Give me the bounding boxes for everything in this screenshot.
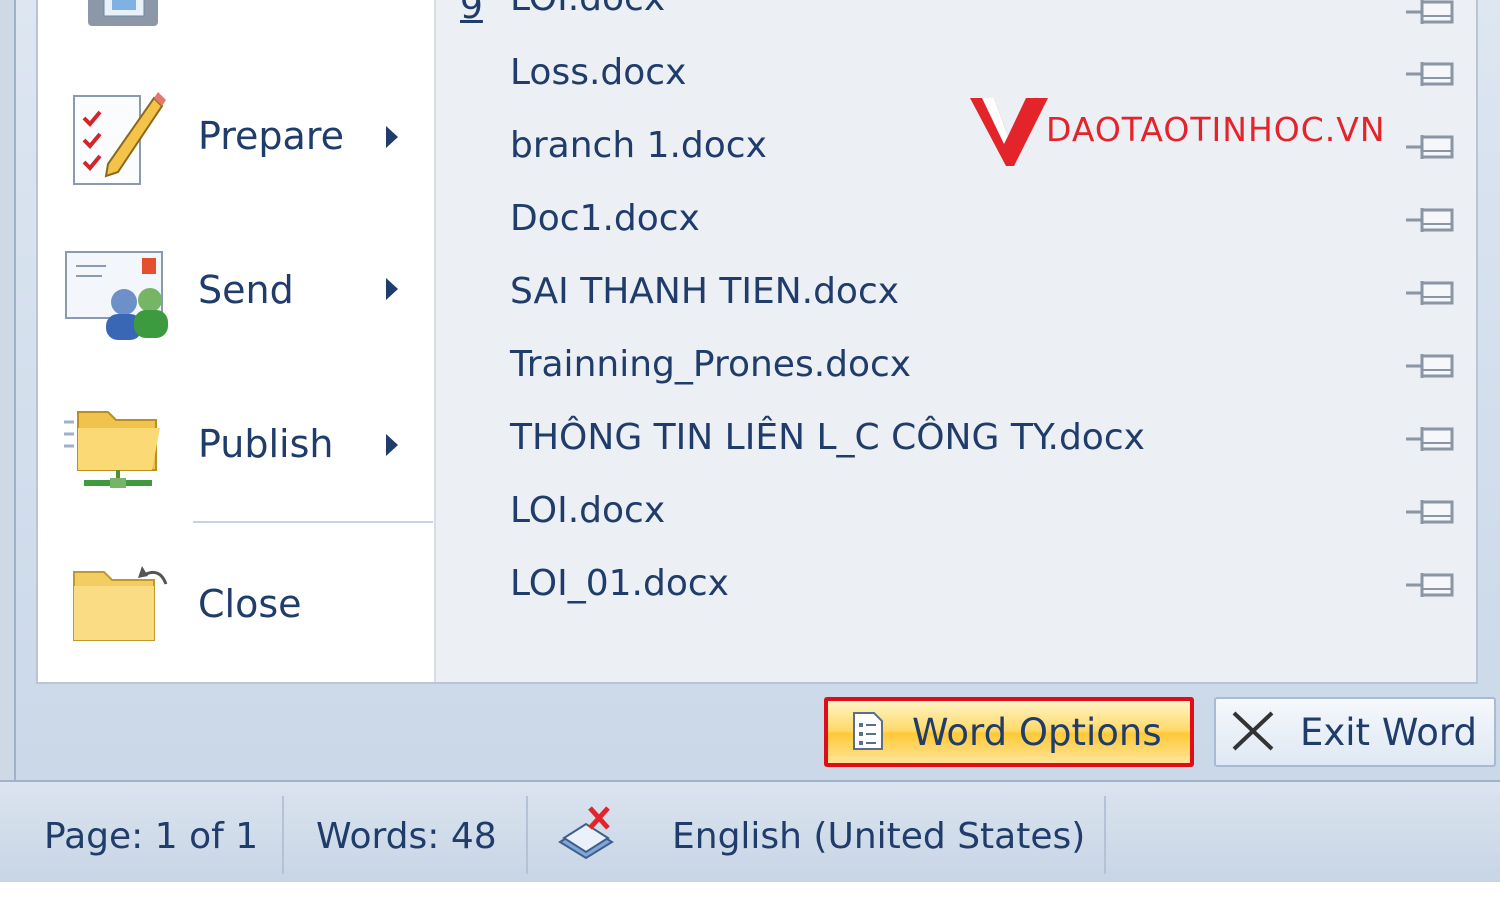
word-count-status[interactable]: Words: 48 bbox=[316, 796, 528, 874]
recent-document-name: LOI_01.docx bbox=[510, 563, 729, 604]
send-icon bbox=[65, 251, 168, 340]
close-label: Close bbox=[198, 582, 302, 626]
recent-document-name: LOI.docx bbox=[510, 490, 666, 531]
prepare-label: Prepare bbox=[198, 114, 344, 158]
exit-word-label: Exit Word bbox=[1300, 711, 1477, 754]
recent-document-item[interactable]: SAI THANH TIEN.docx bbox=[436, 261, 1476, 334]
exit-word-button[interactable]: Exit Word bbox=[1214, 697, 1496, 767]
send-label: Send bbox=[198, 268, 294, 312]
send-submenu-arrow bbox=[386, 278, 398, 300]
recent-document-name: Doc1.docx bbox=[510, 198, 700, 239]
close-command[interactable]: Close bbox=[38, 552, 434, 672]
close-x-icon bbox=[1232, 711, 1274, 751]
print-icon bbox=[88, 0, 158, 26]
publish-label: Publish bbox=[198, 422, 334, 466]
daotaotinhoc-logo: DAOTAOTINHOC.VN bbox=[968, 96, 1413, 168]
recent-document-name: Trainning_Prones.docx bbox=[510, 344, 912, 385]
pin-icon[interactable] bbox=[1404, 202, 1456, 238]
pin-icon[interactable] bbox=[1404, 348, 1456, 384]
recent-document-name: LOI.docx bbox=[510, 0, 665, 19]
pin-icon[interactable] bbox=[1404, 56, 1456, 92]
prepare-icon bbox=[73, 92, 166, 185]
recent-document-name: THÔNG TIN LIÊN L_C CÔNG TY.docx bbox=[510, 417, 1145, 458]
close-folder-icon bbox=[73, 566, 168, 641]
recent-document-item[interactable]: LOI_01.docx bbox=[436, 553, 1476, 626]
recent-document-name: SAI THANH TIEN.docx bbox=[510, 271, 900, 312]
pin-icon[interactable] bbox=[1404, 275, 1456, 311]
recent-document-name: branch 1.docx bbox=[510, 125, 767, 166]
recent-document-item[interactable]: THÔNG TIN LIÊN L_C CÔNG TY.docx bbox=[436, 407, 1476, 480]
command-pane: Prepare Send Publish Close bbox=[38, 0, 436, 682]
page-count-status[interactable]: Page: 1 of 1 bbox=[44, 796, 284, 874]
word-options-icon bbox=[853, 712, 883, 750]
publish-icon bbox=[64, 411, 160, 488]
word-options-button[interactable]: Word Options bbox=[824, 697, 1194, 767]
proofing-status[interactable]: English (United States) bbox=[552, 796, 1106, 874]
publish-command[interactable]: Publish bbox=[38, 392, 434, 512]
status-bar: Page: 1 of 1 Words: 48 English (United S… bbox=[0, 780, 1500, 902]
daotaotinhoc-logo-mark bbox=[970, 98, 1048, 166]
recent-document-number: 9 bbox=[460, 0, 483, 27]
word-options-label: Word Options bbox=[912, 711, 1162, 754]
pin-icon[interactable] bbox=[1404, 0, 1456, 30]
command-separator bbox=[193, 521, 433, 523]
prepare-command[interactable]: Prepare bbox=[38, 84, 434, 204]
recent-document-item[interactable]: Doc1.docx bbox=[436, 188, 1476, 261]
recent-document-item[interactable]: LOI.docx bbox=[436, 480, 1476, 553]
proofing-errors-icon bbox=[558, 806, 614, 860]
recent-document-item[interactable]: Trainning_Prones.docx bbox=[436, 334, 1476, 407]
publish-submenu-arrow bbox=[386, 434, 398, 456]
send-command[interactable]: Send bbox=[38, 236, 434, 356]
pin-icon[interactable] bbox=[1404, 494, 1456, 530]
pin-icon[interactable] bbox=[1404, 421, 1456, 457]
pin-icon[interactable] bbox=[1404, 567, 1456, 603]
status-bar-edge bbox=[0, 882, 1500, 902]
prepare-submenu-arrow bbox=[386, 126, 398, 148]
recent-document-name: Loss.docx bbox=[510, 52, 687, 93]
daotaotinhoc-logo-text: DAOTAOTINHOC.VN bbox=[1046, 110, 1386, 149]
language-status[interactable]: English (United States) bbox=[672, 816, 1085, 857]
